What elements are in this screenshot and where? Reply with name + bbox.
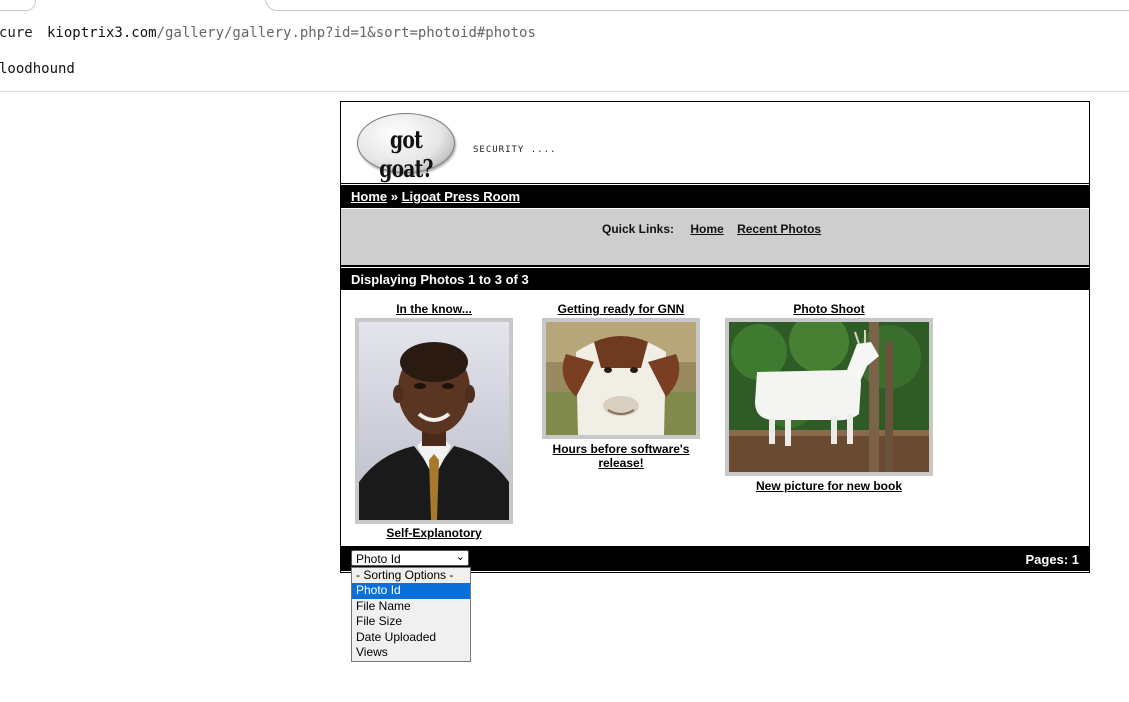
url-host: kioptrix3.com bbox=[47, 25, 157, 41]
sort-option[interactable]: Date Uploaded bbox=[352, 630, 470, 645]
photo-image bbox=[546, 322, 696, 435]
photo-grid: In the know... Self-Explanotory Getting … bbox=[341, 292, 1089, 544]
sort-option[interactable]: - Sorting Options - bbox=[352, 568, 470, 583]
chevron-down-icon: ⌄ bbox=[455, 551, 465, 563]
sort-select-value: Photo Id bbox=[356, 552, 401, 566]
photo-cell: Photo Shoot New picture for new book bbox=[724, 302, 934, 493]
sort-dropdown-list: - Sorting Options - Photo Id File Name F… bbox=[351, 567, 471, 662]
sort-option[interactable]: File Size bbox=[352, 614, 470, 629]
tab-strip bbox=[0, 0, 1129, 11]
photo-title-link[interactable]: Photo Shoot bbox=[724, 302, 934, 316]
bookmark-item[interactable]: loodhound bbox=[0, 61, 75, 77]
breadcrumb-current-link[interactable]: Ligoat Press Room bbox=[402, 189, 520, 204]
site-banner: got goat? SECURITY .... bbox=[341, 102, 1089, 184]
got-goat-logo[interactable]: got goat? bbox=[357, 113, 455, 183]
site-tagline: SECURITY .... bbox=[473, 145, 557, 155]
quick-links-bar: Quick Links: Home Recent Photos bbox=[341, 209, 1089, 267]
white-goat-photo[interactable] bbox=[725, 318, 933, 476]
photo-caption[interactable]: Hours before software's release! bbox=[541, 442, 701, 470]
photo-cell: In the know... Self-Explanotory bbox=[354, 302, 514, 540]
url-text[interactable]: kioptrix3.com/gallery/gallery.php?id=1&s… bbox=[47, 25, 536, 41]
photo-count-text: Displaying Photos 1 to 3 of 3 bbox=[351, 272, 529, 287]
quick-links-label: Quick Links: bbox=[602, 222, 675, 236]
photo-count-bar: Displaying Photos 1 to 3 of 3 bbox=[341, 268, 1089, 290]
photo-caption[interactable]: Self-Explanotory bbox=[354, 526, 514, 540]
photo-cell: Getting ready for GNN Hours before softw… bbox=[541, 302, 701, 470]
browser-chrome: cure kioptrix3.com/gallery/gallery.php?i… bbox=[0, 0, 1129, 92]
quick-link-recent-photos[interactable]: Recent Photos bbox=[737, 222, 821, 236]
photo-caption[interactable]: New picture for new book bbox=[724, 479, 934, 493]
photo-image bbox=[359, 322, 509, 520]
photo-image bbox=[729, 322, 929, 472]
browser-tab[interactable] bbox=[0, 0, 36, 11]
browser-tab-active[interactable] bbox=[265, 0, 1129, 11]
sort-option[interactable]: File Name bbox=[352, 599, 470, 614]
breadcrumb-home-link[interactable]: Home bbox=[351, 189, 387, 204]
sort-select[interactable]: Photo Id ⌄ bbox=[351, 550, 469, 566]
secure-label: cure bbox=[0, 25, 33, 41]
pages-indicator: Pages: 1 bbox=[1025, 552, 1079, 567]
logo-text: got goat? bbox=[379, 125, 433, 183]
quick-link-home[interactable]: Home bbox=[690, 222, 723, 236]
url-path: /gallery/gallery.php?id=1&sort=photoid#p… bbox=[156, 25, 536, 41]
gallery-page: got goat? SECURITY .... Home » Ligoat Pr… bbox=[340, 101, 1090, 573]
photo-title-link[interactable]: Getting ready for GNN bbox=[541, 302, 701, 316]
breadcrumb-separator: » bbox=[390, 189, 398, 204]
man-in-suit-photo[interactable] bbox=[355, 318, 513, 524]
photo-title-link[interactable]: In the know... bbox=[354, 302, 514, 316]
sort-option[interactable]: Views bbox=[352, 645, 470, 660]
goat-closeup-photo[interactable] bbox=[542, 318, 700, 439]
breadcrumb: Home » Ligoat Press Room bbox=[341, 185, 1089, 208]
sort-option-selected[interactable]: Photo Id bbox=[352, 583, 470, 599]
